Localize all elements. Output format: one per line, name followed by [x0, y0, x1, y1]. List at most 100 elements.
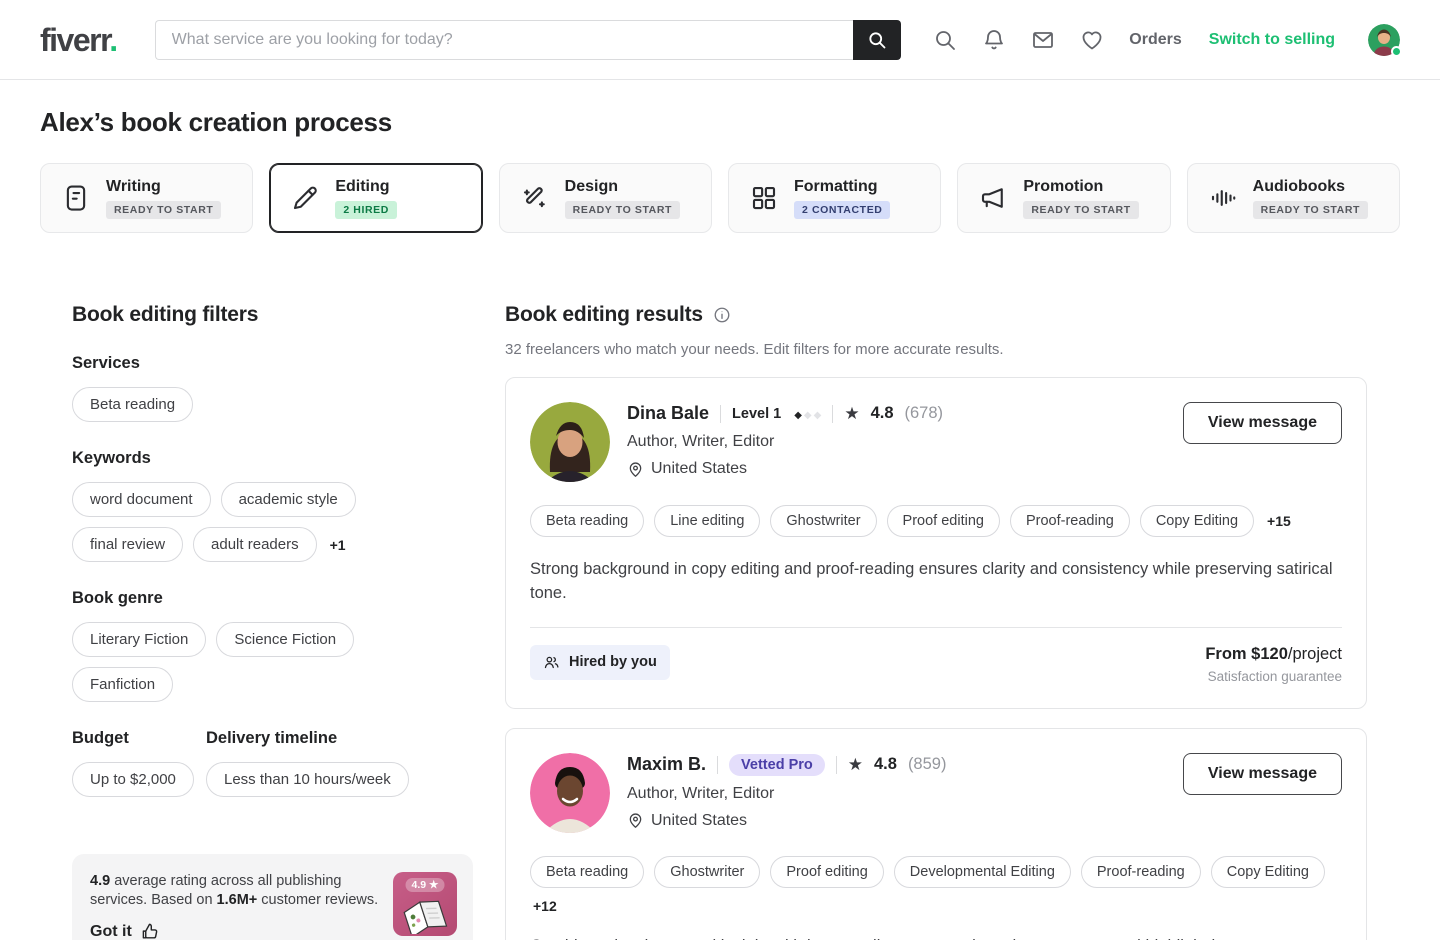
search-icon	[867, 30, 887, 50]
step-label: Promotion	[1023, 178, 1138, 196]
step-status-badge: 2 HIRED	[335, 201, 397, 219]
filter-pill[interactable]: Literary Fiction	[72, 622, 206, 657]
skill-chip[interactable]: Beta reading	[530, 505, 644, 537]
view-message-button[interactable]: View message	[1183, 753, 1342, 795]
formatting-grid-icon	[749, 183, 779, 213]
step-formatting[interactable]: Formatting 2 CONTACTED	[728, 163, 941, 233]
reviews-count: 1.6M+	[217, 892, 258, 908]
skill-chips: Beta reading Line editing Ghostwriter Pr…	[530, 505, 1342, 537]
filter-label: Budget	[72, 729, 206, 748]
skill-chip[interactable]: Beta reading	[530, 856, 644, 888]
step-audiobooks[interactable]: Audiobooks READY TO START	[1187, 163, 1400, 233]
orders-link[interactable]: Orders	[1129, 31, 1181, 49]
user-avatar[interactable]	[1368, 24, 1400, 56]
step-promotion[interactable]: Promotion READY TO START	[957, 163, 1170, 233]
audiobooks-waveform-icon	[1208, 183, 1238, 213]
divider	[717, 756, 718, 774]
process-steps: Writing READY TO START Editing 2 HIRED D…	[40, 163, 1400, 233]
online-status-dot	[1391, 46, 1402, 57]
avatar-image-dina	[530, 402, 610, 482]
level-diamond-empty: ◆	[804, 410, 812, 421]
rating-banner-image: 4.9 ★	[393, 872, 457, 936]
thumbs-up-icon	[141, 922, 160, 940]
rating-value: 4.9	[90, 873, 110, 889]
filter-pill[interactable]: Fanfiction	[72, 667, 173, 702]
promotion-megaphone-icon	[978, 183, 1008, 213]
level-diamonds: ◆◆◆	[792, 405, 821, 423]
skill-chip[interactable]: Ghostwriter	[654, 856, 760, 888]
freelancer-name[interactable]: Maxim B.	[627, 754, 706, 775]
vetted-pro-badge: Vetted Pro	[729, 754, 825, 776]
step-design[interactable]: Design READY TO START	[499, 163, 712, 233]
view-message-button[interactable]: View message	[1183, 402, 1342, 444]
results-title: Book editing results	[505, 303, 703, 327]
skill-chip[interactable]: Copy Editing	[1211, 856, 1325, 888]
filter-section-budget-timeline: Budget Up to $2,000 Delivery timeline Le…	[72, 729, 505, 797]
skills-more-count[interactable]: +15	[1267, 513, 1291, 529]
filter-label: Keywords	[72, 449, 505, 468]
switch-to-selling-link[interactable]: Switch to selling	[1209, 31, 1335, 49]
filter-pill[interactable]: Beta reading	[72, 387, 193, 422]
filter-section-services: Services Beta reading	[72, 354, 505, 422]
fiverr-logo[interactable]: fiverr.	[40, 24, 117, 56]
step-status-badge: READY TO START	[1253, 201, 1368, 219]
search-nav-icon[interactable]	[933, 28, 957, 52]
filter-pill[interactable]: academic style	[221, 482, 356, 517]
filter-label: Delivery timeline	[206, 729, 409, 748]
writing-note-icon	[61, 183, 91, 213]
messages-envelope-icon[interactable]	[1031, 28, 1055, 52]
star-icon: ★	[844, 404, 859, 424]
skill-chip[interactable]: Developmental Editing	[894, 856, 1071, 888]
skill-chip[interactable]: Proof-reading	[1081, 856, 1201, 888]
search-submit-button[interactable]	[853, 20, 901, 60]
step-label: Writing	[106, 178, 221, 196]
favorites-heart-icon[interactable]	[1080, 28, 1104, 52]
search-input[interactable]	[155, 20, 853, 60]
editing-pencil-icon	[290, 183, 320, 213]
freelancer-avatar[interactable]	[530, 402, 610, 482]
rating-text-2: customer reviews.	[257, 892, 378, 908]
skill-chip[interactable]: Ghostwriter	[770, 505, 876, 537]
skill-chip[interactable]: Proof-reading	[1010, 505, 1130, 537]
skill-chip[interactable]: Copy Editing	[1140, 505, 1254, 537]
freelancer-avatar[interactable]	[530, 753, 610, 833]
divider	[720, 405, 721, 423]
freelancer-location: United States	[651, 460, 747, 478]
step-editing[interactable]: Editing 2 HIRED	[269, 163, 482, 233]
filter-pill[interactable]: Less than 10 hours/week	[206, 762, 409, 797]
keywords-more-count[interactable]: +1	[330, 537, 346, 553]
reviews-count: (678)	[905, 404, 944, 423]
notifications-bell-icon[interactable]	[982, 28, 1006, 52]
got-it-button[interactable]: Got it	[90, 922, 379, 940]
filter-pill[interactable]: Up to $2,000	[72, 762, 194, 797]
freelancer-name[interactable]: Dina Bale	[627, 403, 709, 424]
price-unit: /project	[1288, 645, 1342, 663]
logo-text: fiverr	[40, 22, 109, 58]
filter-section-genre: Book genre Literary Fiction Science Fict…	[72, 589, 505, 702]
filter-pill[interactable]: adult readers	[193, 527, 317, 562]
filter-pill[interactable]: Science Fiction	[216, 622, 354, 657]
freelancer-description: Combines developmental insight with beta…	[530, 935, 1342, 940]
avatar-image-maxim	[530, 753, 610, 833]
skill-chip[interactable]: Proof editing	[887, 505, 1000, 537]
level-diamond-empty: ◆	[814, 410, 822, 421]
filters-title: Book editing filters	[72, 303, 505, 327]
rating-value: 4.8	[871, 404, 894, 423]
filters-panel: Book editing filters Services Beta readi…	[72, 303, 505, 940]
step-label: Audiobooks	[1253, 178, 1368, 196]
info-icon[interactable]	[713, 306, 731, 324]
rating-value: 4.8	[874, 755, 897, 774]
filter-pill[interactable]: word document	[72, 482, 211, 517]
filter-pill[interactable]: final review	[72, 527, 183, 562]
step-label: Formatting	[794, 178, 891, 196]
step-status-badge: READY TO START	[106, 201, 221, 219]
step-status-badge: 2 CONTACTED	[794, 201, 891, 219]
skill-chip[interactable]: Line editing	[654, 505, 760, 537]
filter-label: Services	[72, 354, 505, 373]
hired-by-you-label: Hired by you	[569, 654, 657, 670]
skill-chip[interactable]: Proof editing	[770, 856, 883, 888]
step-label: Editing	[335, 178, 397, 196]
step-writing[interactable]: Writing READY TO START	[40, 163, 253, 233]
star-icon: ★	[848, 755, 863, 775]
skills-more-count[interactable]: +12	[533, 898, 557, 914]
